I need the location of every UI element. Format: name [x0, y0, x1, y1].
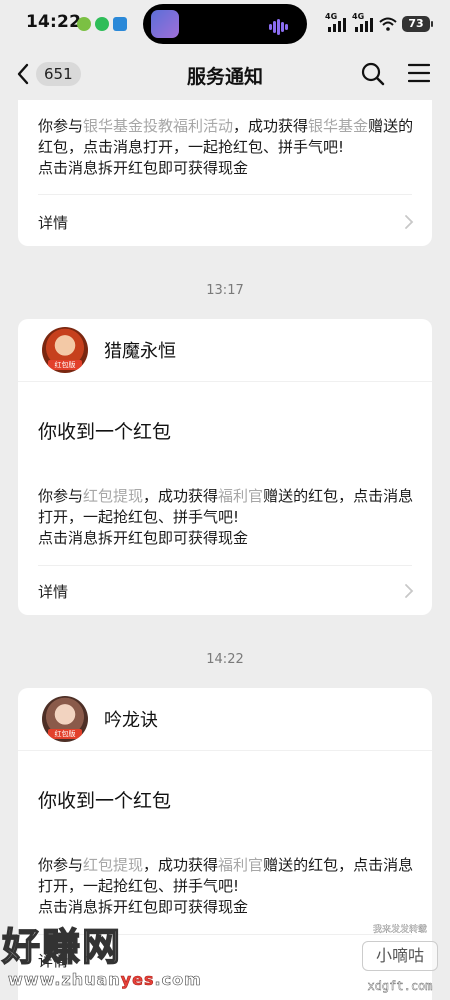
message-title: 你收到一个红包: [38, 421, 172, 443]
chevron-right-icon: [405, 215, 414, 229]
hamburger-menu-icon[interactable]: [408, 63, 430, 83]
sender-name: 猎魔永恒: [104, 341, 176, 362]
details-link[interactable]: 详情: [38, 581, 68, 602]
network-type-label: 4G: [352, 12, 365, 21]
network-type-label: 4G: [325, 12, 338, 21]
message-hint: 点击消息拆开红包即可获得现金: [38, 898, 249, 916]
battery-icon: 73: [402, 16, 433, 32]
sender-header[interactable]: 红包版 猎魔永恒: [18, 319, 432, 382]
watermark-domain: xdgft.com: [367, 979, 433, 993]
sponsor-name: 福利官: [218, 856, 264, 874]
divider: [38, 194, 412, 195]
navigation-bar: 651 服务通知: [0, 48, 450, 100]
wifi-icon: [379, 17, 397, 31]
sender-name: 吟龙诀: [104, 710, 158, 731]
audio-wave-icon: [269, 16, 295, 35]
message-card[interactable]: 你参与银华基金投教福利活动，成功获得银华基金赠送的红包，点击消息打开，一起抢红包…: [18, 100, 432, 246]
island-app-icon: [151, 10, 179, 38]
app-notification-icon: [113, 17, 127, 31]
sponsor-name: 银华基金: [308, 117, 369, 135]
watermark-text: 好赚网: [1, 924, 123, 970]
activity-name: 红包提现: [83, 856, 144, 874]
watermark-caption: 我来发发转载: [372, 925, 427, 935]
sponsor-name: 福利官: [218, 487, 264, 505]
sender-header[interactable]: 红包版 吟龙诀: [18, 688, 432, 751]
notification-app-icon: [77, 17, 91, 31]
cellular-signal-icon: 4G: [325, 12, 347, 32]
avatar[interactable]: 红包版: [42, 327, 88, 373]
avatar[interactable]: 红包版: [42, 696, 88, 742]
status-time: 14:22: [26, 12, 82, 32]
timestamp: 13:17: [206, 283, 244, 298]
cellular-signal-icon: 4G: [352, 12, 374, 32]
message-hint: 点击消息拆开红包即可获得现金: [38, 159, 249, 177]
timestamp: 14:22: [206, 652, 244, 667]
watermark-brand: 小嘀咕: [362, 941, 438, 971]
activity-name: 银华基金投教福利活动: [83, 117, 234, 135]
status-bar: 14:22 4G 4G 73: [0, 0, 450, 48]
message-description: 你参与红包提现，成功获得福利官赠送的红包，点击消息打开，一起抢红包、拼手气吧! …: [38, 856, 414, 916]
divider: [38, 565, 412, 566]
wechat-notification-icon: [95, 17, 109, 31]
watermark-badge: 我来发发转载 小嘀咕 xdgft.com: [358, 922, 442, 998]
message-title: 你收到一个红包: [38, 790, 172, 812]
details-link[interactable]: 详情: [38, 212, 68, 233]
chevron-right-icon: [405, 584, 414, 598]
message-hint: 点击消息拆开红包即可获得现金: [38, 529, 249, 547]
dynamic-island[interactable]: [143, 4, 307, 44]
message-description: 你参与红包提现，成功获得福利官赠送的红包，点击消息打开，一起抢红包、拼手气吧! …: [38, 487, 414, 547]
avatar-tag: 红包版: [48, 360, 82, 370]
activity-name: 红包提现: [83, 487, 144, 505]
message-description: 你参与银华基金投教福利活动，成功获得银华基金赠送的红包，点击消息打开，一起抢红包…: [38, 117, 414, 177]
avatar-tag: 红包版: [48, 729, 82, 739]
message-card[interactable]: 红包版 猎魔永恒 你收到一个红包 你参与红包提现，成功获得福利官赠送的红包，点击…: [18, 319, 432, 615]
search-icon[interactable]: [360, 61, 386, 87]
watermark-url: www.zhuanyes.com: [8, 970, 202, 990]
watermark-logo: 好赚网 www.zhuanyes.com: [1, 916, 201, 1000]
status-indicators: 4G 4G 73: [325, 12, 433, 35]
